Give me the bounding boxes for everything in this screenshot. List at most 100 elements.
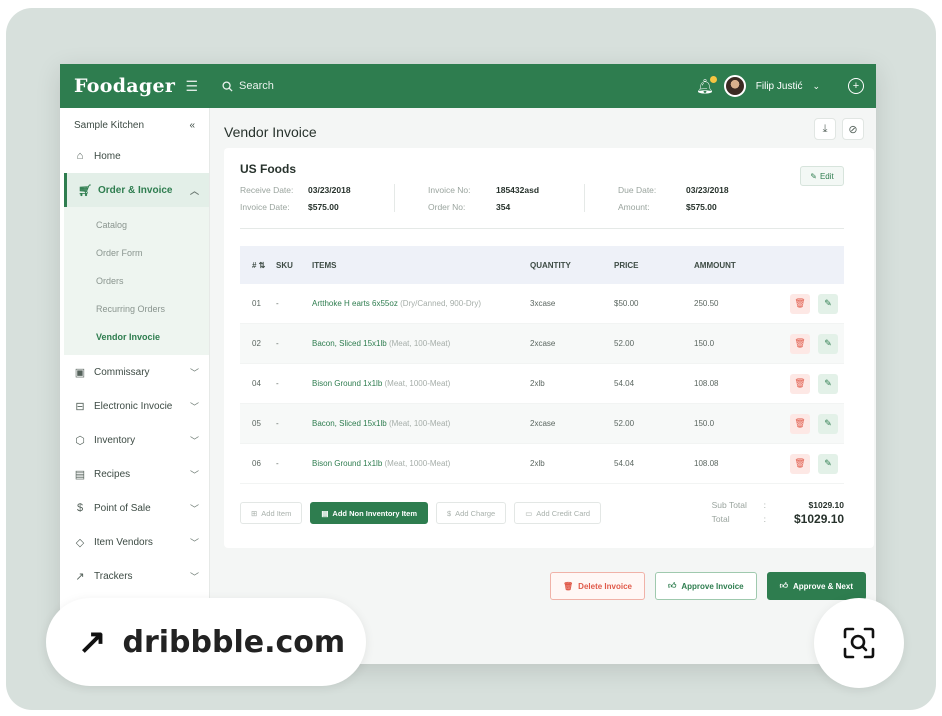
add-credit-card-button[interactable]: ▭ Add Credit Card xyxy=(514,502,602,524)
chevron-down-icon[interactable]: ⌄ xyxy=(812,81,820,92)
table-row: 05 - Bacon, Sliced 15x1lb (Meat, 100-Mea… xyxy=(240,404,844,444)
chevron-up-icon: ︿ xyxy=(189,185,199,196)
delete-row-icon[interactable]: 🗑︎ xyxy=(790,373,810,394)
sidebar-item-home[interactable]: ⌂ Home xyxy=(60,139,209,173)
row-item: Bacon, Sliced 15x1lb (Meat, 100-Meat) xyxy=(312,339,530,348)
user-name[interactable]: Filip Justić xyxy=(756,81,803,92)
add-circle-icon[interactable]: + xyxy=(848,78,864,94)
book-icon: ⊟ xyxy=(75,400,85,413)
kitchen-selector[interactable]: Sample Kitchen « xyxy=(60,108,209,139)
sidebar-item-label: Recipes xyxy=(94,468,131,480)
edit-row-icon[interactable]: ✎ xyxy=(818,333,838,354)
row-number: 02 xyxy=(252,339,261,348)
invoice-card: US Foods ✎ Edit Receive Date: 03/23/2018 … xyxy=(224,148,874,548)
delete-row-icon[interactable]: 🗑︎ xyxy=(790,333,810,354)
due-date-value: 03/23/2018 xyxy=(686,185,729,195)
attachment-icon[interactable]: ⊘ xyxy=(842,118,864,140)
submenu-item-orders[interactable]: Orders xyxy=(64,267,209,295)
document-icon: ▤ xyxy=(321,508,329,518)
add-item-button[interactable]: ⊞ Add Item xyxy=(240,502,303,524)
sidebar-item-label: Order & Invoice xyxy=(98,184,173,196)
sidebar-item-label: Item Vendors xyxy=(94,536,153,548)
separator: : xyxy=(763,514,766,524)
submenu-item-recurring-orders[interactable]: Recurring Orders xyxy=(64,295,209,323)
sidebar-item-commissary[interactable]: ▣ Commissary ﹀ xyxy=(60,355,209,389)
edit-row-icon[interactable]: ✎ xyxy=(818,373,838,394)
delete-invoice-button[interactable]: 🗑︎ Delete Invoice xyxy=(550,572,645,600)
edit-row-icon[interactable]: ✎ xyxy=(818,413,838,434)
trash-icon: 🗑︎ xyxy=(563,581,574,591)
row-number: 06 xyxy=(252,459,261,468)
table-row: 06 - Bison Ground 1x1lb (Meat, 1000-Meat… xyxy=(240,444,844,484)
row-actions: 🗑︎ ✎ xyxy=(768,373,844,394)
main-content: Vendor Invoice ⤓ ⊘ US Foods ✎ Edit Recei… xyxy=(210,108,876,664)
sidebar-item-item-vendors[interactable]: ◇ Item Vendors ﹀ xyxy=(60,525,209,559)
separator: : xyxy=(763,500,766,510)
row-price: 52.00 xyxy=(614,339,635,348)
item-name[interactable]: Bison Ground 1x1lb xyxy=(312,459,382,468)
edit-row-icon[interactable]: ✎ xyxy=(818,453,838,474)
submenu-item-order-form[interactable]: Order Form xyxy=(64,239,209,267)
header-number[interactable]: # ⇅ xyxy=(240,261,276,270)
hamburger-menu-icon[interactable]: ☰ xyxy=(185,78,198,95)
source-link[interactable]: ↗ dribbble.com xyxy=(46,598,366,686)
row-price: 54.04 xyxy=(614,379,635,388)
cart-icon: 🛒︎ xyxy=(78,184,92,197)
add-non-inventory-item-button[interactable]: ▤ Add Non Inventory Item xyxy=(310,502,428,524)
item-name[interactable]: Artthoke H earts 6x55oz xyxy=(312,299,398,308)
delete-row-icon[interactable]: 🗑︎ xyxy=(790,413,810,434)
item-description: (Meat, 100-Meat) xyxy=(388,339,451,348)
row-item: Bacon, Sliced 15x1lb (Meat, 100-Meat) xyxy=(312,419,530,428)
download-icon[interactable]: ⤓ xyxy=(814,118,836,140)
approve-invoice-button[interactable]: 👍︎ Approve Invoice xyxy=(654,572,757,600)
delete-row-icon[interactable]: 🗑︎ xyxy=(790,453,810,474)
approve-next-label: Approve & Next xyxy=(792,581,853,591)
item-name[interactable]: Bacon, Sliced 15x1lb xyxy=(312,419,387,428)
sidebar-item-recipes[interactable]: ▤ Recipes ﹀ xyxy=(60,457,209,491)
sidebar-item-label: Trackers xyxy=(94,570,133,582)
sidebar-item-inventory[interactable]: ⬡ Inventory ﹀ xyxy=(60,423,209,457)
home-icon: ⌂ xyxy=(76,150,84,162)
add-charge-button[interactable]: $ Add Charge xyxy=(436,502,507,524)
row-item: Bison Ground 1x1lb (Meat, 1000-Meat) xyxy=(312,379,530,388)
delete-row-icon[interactable]: 🗑︎ xyxy=(790,293,810,314)
plus-square-icon: ⊞ xyxy=(251,508,258,518)
sidebar-item-electronic-invoice[interactable]: ⊟ Electronic Invocie ﹀ xyxy=(60,389,209,423)
edit-row-icon[interactable]: ✎ xyxy=(818,293,838,314)
row-price: 52.00 xyxy=(614,419,635,428)
sidebar-item-label: Commissary xyxy=(94,366,150,378)
submenu-item-catalog[interactable]: Catalog xyxy=(64,211,209,239)
tag-icon: ◇ xyxy=(75,536,85,549)
title-actions: ⤓ ⊘ xyxy=(814,118,864,140)
item-name[interactable]: Bacon, Sliced 15x1lb xyxy=(312,339,387,348)
sidebar-item-order-invoice[interactable]: 🛒︎ Order & Invoice ︿ xyxy=(64,173,209,207)
row-amount: 108.08 xyxy=(694,459,719,468)
item-name[interactable]: Bison Ground 1x1lb xyxy=(312,379,382,388)
row-amount: 250.50 xyxy=(694,299,719,308)
avatar[interactable] xyxy=(723,75,746,97)
approve-next-button[interactable]: 👍︎ Approve & Next xyxy=(766,572,866,600)
top-bar: Foodager ☰ Search 🔔︎ Filip Justić ⌄ + xyxy=(60,64,876,108)
notification-bell-icon[interactable]: 🔔︎ xyxy=(696,75,717,95)
file-icon: ▤ xyxy=(74,468,86,481)
row-actions: 🗑︎ ✎ xyxy=(768,453,844,474)
row-number: 01 xyxy=(252,299,261,308)
sidebar-item-trackers[interactable]: ↗ Trackers ﹀ xyxy=(60,559,209,593)
row-price: $50.00 xyxy=(614,299,639,308)
visual-search-button[interactable] xyxy=(814,598,904,688)
brand-area: Foodager ☰ xyxy=(60,75,210,97)
table-header: # ⇅ SKU ITEMS QUANTITY PRICE AMMOUNT xyxy=(240,246,844,284)
sidebar-item-label: Home xyxy=(94,150,121,162)
collapse-sidebar-icon[interactable]: « xyxy=(189,120,195,131)
row-number: 05 xyxy=(252,419,261,428)
row-amount: 150.0 xyxy=(694,339,715,348)
sidebar-item-point-of-sale[interactable]: $ Point of Sale ﹀ xyxy=(60,491,209,525)
chevron-down-icon: ﹀ xyxy=(189,537,199,548)
search-box[interactable]: Search xyxy=(210,80,696,92)
edit-button[interactable]: ✎ Edit xyxy=(800,166,844,186)
divider xyxy=(394,184,395,212)
submenu-item-vendor-invoice[interactable]: Vendor Invocie xyxy=(64,323,209,351)
search-icon xyxy=(222,80,233,92)
receive-date-label: Receive Date: xyxy=(240,185,294,195)
row-sku: - xyxy=(276,419,279,428)
